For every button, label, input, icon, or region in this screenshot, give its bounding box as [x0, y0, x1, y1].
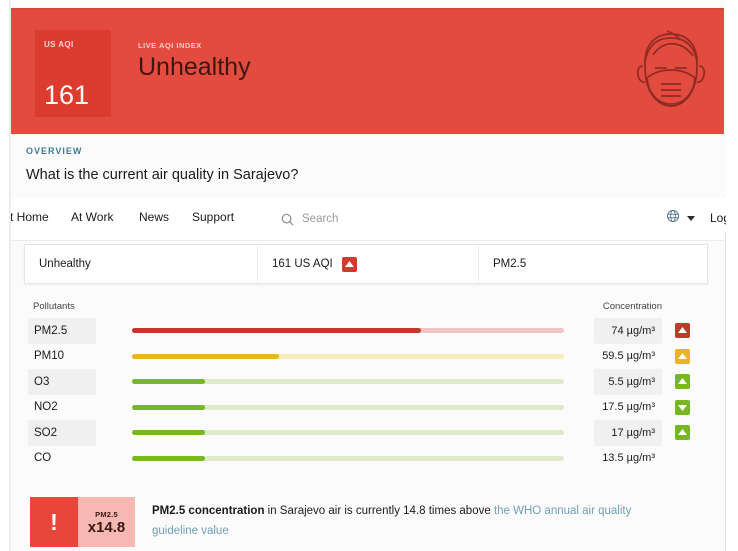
pollutant-concentration: 17.5 µg/m³ [602, 401, 655, 414]
table-row: PM2.5 74 µg/m³ [24, 318, 706, 344]
page-title: What is the current air quality in Saraj… [26, 167, 299, 183]
pollutant-bar [132, 395, 564, 421]
us-aqi-value: 161 [44, 80, 90, 110]
search-icon [281, 213, 294, 226]
table-row: NO2 17.5 µg/m³ [24, 395, 706, 421]
pollutant-bar [132, 420, 564, 446]
right-gutter [726, 0, 738, 551]
masked-face-icon [631, 28, 711, 121]
table-row: CO 13.5 µg/m³ [24, 446, 706, 472]
nav-item-at-work[interactable]: At Work [71, 210, 113, 224]
bar-track [132, 379, 564, 385]
pollutants-rows: PM2.5 74 µg/m³ PM10 59.5 µg/m³ O3 5.5 µg/m³ NO… [24, 318, 706, 471]
pollutant-concentration: 74 µg/m³ [594, 318, 662, 344]
banner-text-block: LIVE AQI INDEX Unhealthy [138, 41, 251, 80]
overview-section: OVERVIEW What is the current air quality… [26, 146, 298, 183]
search-box[interactable]: Search [281, 207, 496, 231]
pollutant-bar [132, 318, 564, 344]
globe-icon [666, 209, 680, 228]
right-gutter-edge [725, 232, 726, 551]
pollutants-table: Pollutants Concentration PM2.5 74 µg/m³ PM… [24, 298, 706, 471]
search-placeholder: Search [302, 213, 339, 225]
pollutant-name: O3 [28, 369, 96, 395]
pollutant-trend-icon [675, 374, 690, 389]
us-aqi-box: US AQI 161 [35, 30, 111, 117]
pollutant-name: PM10 [34, 350, 65, 363]
bar-fill [132, 328, 422, 334]
who-badge-pollutant: PM2.5 [95, 509, 118, 519]
pollutant-name: SO2 [28, 420, 96, 446]
who-text-bold: PM2.5 concentration [152, 505, 265, 517]
summary-status: Unhealthy [25, 245, 258, 283]
us-aqi-label: US AQI [44, 40, 74, 49]
banner-top-line [11, 8, 724, 10]
bar-fill [132, 455, 206, 461]
page-root: US AQI 161 LIVE AQI INDEX Unhealthy OVER… [0, 0, 738, 551]
overview-kicker: OVERVIEW [26, 146, 83, 156]
bar-fill [132, 404, 206, 410]
pollutant-trend-icon [675, 348, 690, 364]
bar-fill [132, 430, 206, 436]
bar-fill [132, 353, 279, 359]
pollutant-name: PM2.5 [28, 318, 96, 344]
live-aqi-index-label: LIVE AQI INDEX [138, 41, 202, 50]
bar-track [132, 455, 564, 461]
who-badge-multiplier: x14.8 [87, 518, 126, 536]
who-badge: ! PM2.5 x14.8 [30, 497, 135, 547]
chevron-down-icon [687, 216, 695, 221]
bar-track [132, 328, 564, 334]
table-row: PM10 59.5 µg/m³ [24, 344, 706, 370]
pollutant-name: CO [34, 452, 52, 465]
pollutant-bar [132, 369, 564, 395]
pollutants-table-header: Pollutants Concentration [24, 298, 706, 318]
who-banner-text: PM2.5 concentration in Sarajevo air is c… [152, 497, 667, 541]
left-gutter [0, 0, 9, 551]
summary-aqi-cell: 161 US AQI [258, 245, 479, 283]
language-selector[interactable] [666, 209, 695, 228]
pollutant-bar [132, 446, 564, 472]
who-guideline-banner: ! PM2.5 x14.8 PM2.5 concentration in Sar… [30, 497, 706, 551]
pollutant-name: NO2 [34, 401, 58, 414]
bar-track [132, 404, 564, 410]
table-row: O3 5.5 µg/m³ [24, 369, 706, 395]
pollutant-concentration: 59.5 µg/m³ [602, 350, 655, 363]
main-navbar: At Home At Work News Support Search Login [0, 198, 738, 241]
bar-track [132, 430, 564, 436]
col-header-concentration: Concentration [602, 301, 662, 312]
summary-main-pollutant: PM2.5 [493, 258, 527, 270]
pollutant-concentration: 17 µg/m³ [594, 420, 662, 446]
pollutant-concentration: 5.5 µg/m³ [594, 369, 662, 395]
who-text-mid: in Sarajevo air is currently 14.8 times … [264, 505, 494, 517]
summary-aqi-value: 161 US AQI [272, 258, 333, 270]
bar-fill [132, 379, 206, 385]
exclamation-icon: ! [30, 497, 78, 547]
aqi-banner: US AQI 161 LIVE AQI INDEX Unhealthy [11, 8, 724, 134]
nav-item-support[interactable]: Support [192, 210, 234, 224]
nav-item-news[interactable]: News [139, 210, 169, 224]
pollutant-trend-icon [675, 399, 690, 415]
who-multiplier-badge: PM2.5 x14.8 [78, 497, 135, 547]
left-gutter-edge [9, 0, 11, 551]
pollutant-trend-icon [675, 425, 690, 440]
pollutant-concentration: 13.5 µg/m³ [602, 452, 655, 465]
pollutant-trend-icon [675, 323, 690, 338]
summary-trend-icon [341, 256, 357, 272]
col-header-pollutants: Pollutants [33, 301, 75, 312]
pollutant-bar [132, 344, 564, 370]
summary-strip: Unhealthy 161 US AQI PM2.5 [24, 244, 708, 284]
table-row: SO2 17 µg/m³ [24, 420, 706, 446]
aqi-status-text: Unhealthy [138, 53, 251, 81]
bar-track [132, 353, 564, 359]
